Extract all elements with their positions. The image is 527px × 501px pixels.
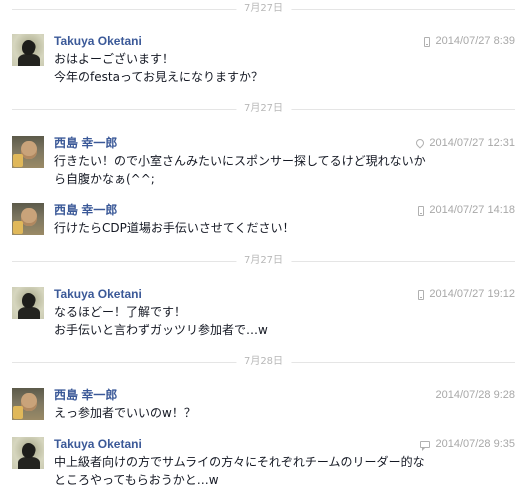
message-body: 中上級者向けの方でサムライの方々にそれぞれチームのリーダー的な ところやってもら… [54, 453, 484, 489]
message-thread: 7月27日 Takuya Oketani 2014/07/27 8:39 おはよ… [0, 0, 527, 501]
message-timestamp[interactable]: 2014/07/28 9:35 [435, 437, 515, 452]
mobile-icon [418, 289, 425, 300]
sender-name[interactable]: 西島 幸一郎 [54, 203, 117, 218]
date-separator: 7月28日 [12, 355, 515, 369]
message-body: おはよーございます！ 今年のfestaってお見えになりますか？ [54, 50, 484, 86]
date-separator: 7月27日 [12, 254, 515, 268]
date-separator-label: 7月27日 [235, 2, 292, 16]
message-body: えっ参加者でいいのw！？ [54, 404, 484, 422]
sender-name[interactable]: 西島 幸一郎 [54, 388, 117, 403]
nishijima-avatar[interactable] [12, 203, 44, 235]
message-meta: 2014/07/28 9:35 [420, 437, 515, 452]
message-timestamp[interactable]: 2014/07/28 9:28 [435, 388, 515, 403]
message-meta: 2014/07/27 8:39 [424, 34, 515, 49]
sender-name[interactable]: Takuya Oketani [54, 437, 142, 452]
message-line: おはよーございます！ [54, 52, 175, 66]
mobile-icon [424, 36, 431, 47]
chat-icon [420, 441, 431, 451]
date-separator-label: 7月27日 [235, 254, 292, 268]
sender-name[interactable]: 西島 幸一郎 [54, 136, 117, 151]
message-line: 今年のfestaってお見えになりますか？ [54, 70, 263, 84]
date-separator: 7月27日 [12, 102, 515, 116]
message-timestamp[interactable]: 2014/07/27 14:18 [429, 203, 515, 218]
message-timestamp[interactable]: 2014/07/27 19:12 [429, 287, 515, 302]
nishijima-avatar[interactable] [12, 136, 44, 168]
oketani-avatar[interactable] [12, 287, 44, 319]
message-line: お手伝いと言わずガッツリ参加者で…w [54, 323, 268, 337]
message-line: えっ参加者でいいのw！？ [54, 406, 196, 420]
date-separator: 7月27日 [12, 2, 515, 16]
message-meta: 2014/07/27 19:12 [418, 287, 515, 302]
message-body: なるほどー！了解です！ お手伝いと言わずガッツリ参加者で…w [54, 303, 484, 339]
location-icon [414, 136, 427, 149]
date-separator-label: 7月28日 [235, 355, 292, 369]
message-body: 行きたい！ので小室さんみたいにスポンサー探してるけど現れないか ら自腹かなぁ(^… [54, 152, 484, 188]
message-line: なるほどー！了解です！ [54, 305, 187, 319]
message-line: 中上級者向けの方でサムライの方々にそれぞれチームのリーダー的な [54, 455, 425, 469]
message-timestamp[interactable]: 2014/07/27 8:39 [435, 34, 515, 49]
message-line: ところやってもらおうかと…w [54, 473, 219, 487]
message-line: 行きたい！ので小室さんみたいにスポンサー探してるけど現れないか [54, 154, 426, 168]
date-separator-label: 7月27日 [235, 102, 292, 116]
sender-name[interactable]: Takuya Oketani [54, 287, 142, 302]
oketani-avatar[interactable] [12, 34, 44, 66]
oketani-avatar[interactable] [12, 437, 44, 469]
message-line: ら自腹かなぁ(^^; [54, 172, 155, 186]
message-meta: 2014/07/27 12:31 [414, 136, 515, 151]
message-timestamp[interactable]: 2014/07/27 12:31 [429, 136, 515, 151]
sender-name[interactable]: Takuya Oketani [54, 34, 142, 49]
message-meta: 2014/07/27 14:18 [418, 203, 515, 218]
message-meta: 2014/07/28 9:28 [435, 388, 515, 403]
message-body: 行けたらCDP道場お手伝いさせてください！ [54, 219, 484, 237]
mobile-icon [418, 205, 425, 216]
message-line: 行けたらCDP道場お手伝いさせてください！ [54, 221, 295, 235]
nishijima-avatar[interactable] [12, 388, 44, 420]
